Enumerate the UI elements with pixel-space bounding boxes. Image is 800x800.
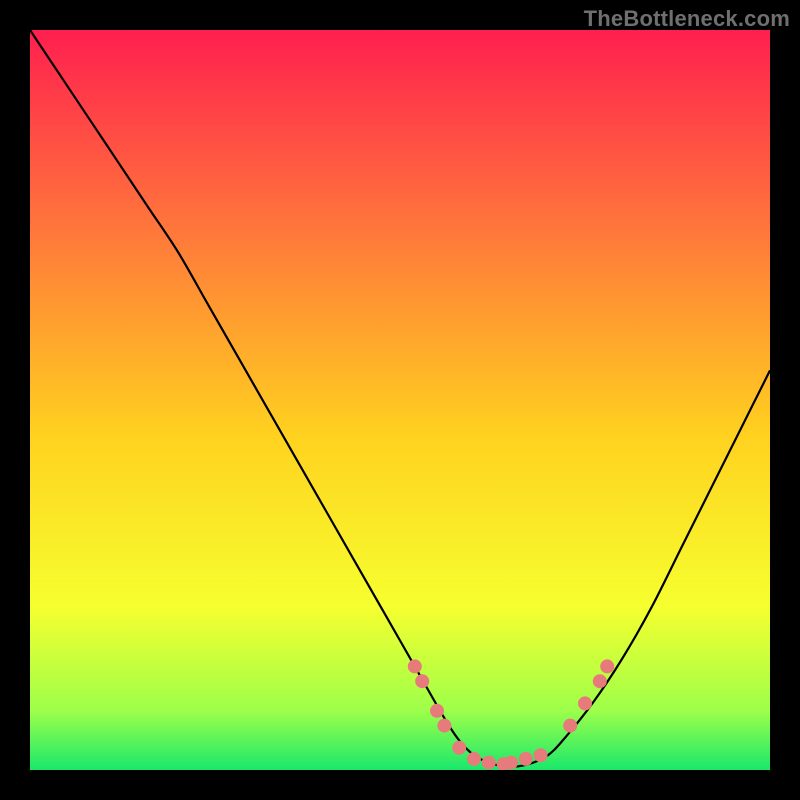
marker-dot [482,756,496,770]
marker-dot [534,748,548,762]
marker-dot [437,719,451,733]
gradient-background [30,30,770,770]
marker-dot [430,704,444,718]
marker-dot [415,674,429,688]
marker-dot [519,752,533,766]
marker-dot [504,756,518,770]
marker-dot [600,659,614,673]
marker-dot [452,741,466,755]
marker-dot [408,659,422,673]
watermark-text: TheBottleneck.com [584,6,790,32]
marker-dot [563,719,577,733]
marker-dot [467,752,481,766]
chart-frame [30,30,770,770]
bottleneck-chart [30,30,770,770]
marker-dot [593,674,607,688]
marker-dot [578,696,592,710]
